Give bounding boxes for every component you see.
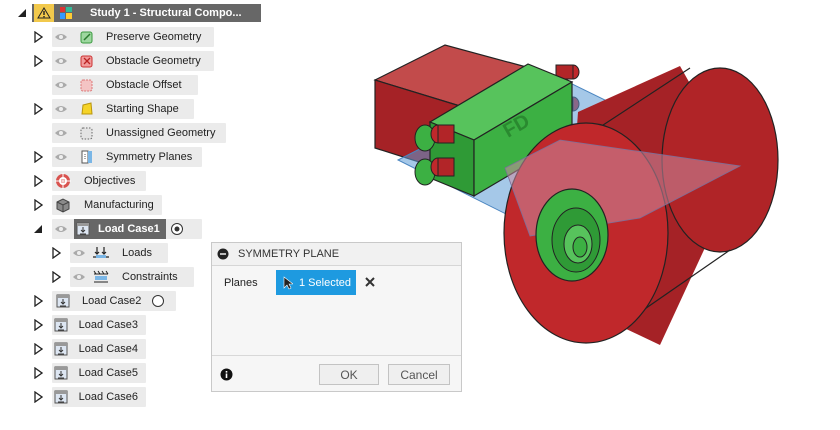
eye-icon[interactable] — [52, 27, 70, 47]
browser-item-constraints[interactable]: Constraints — [70, 267, 194, 287]
preserve-geometry-icon — [78, 27, 96, 47]
planes-label: Planes — [224, 277, 258, 289]
ok-button[interactable]: OK — [319, 364, 379, 385]
constraints-icon — [92, 267, 110, 287]
selection-text: 1 Selected — [299, 276, 351, 289]
item-label: Loads — [122, 247, 152, 259]
load-case-label: Load Case5 — [78, 367, 138, 379]
browser-item-load-case2[interactable]: Load Case2 — [52, 291, 176, 311]
browser-item-load-case1[interactable]: Load Case1 — [52, 219, 202, 239]
browser-item-loads[interactable]: Loads — [70, 243, 168, 263]
load-case-label: Load Case2 — [82, 295, 142, 307]
expand-symmetry-arrow[interactable] — [30, 147, 46, 167]
expand-load-case5-arrow[interactable] — [30, 363, 46, 383]
item-label: Constraints — [122, 271, 178, 283]
unassigned-geometry-icon — [78, 123, 96, 143]
expand-load-case6-arrow[interactable] — [30, 387, 46, 407]
load-case-icon — [54, 387, 69, 407]
collapse-load-case1-arrow[interactable] — [30, 219, 46, 239]
eye-icon[interactable] — [52, 75, 70, 95]
item-label: Preserve Geometry — [106, 31, 202, 43]
eye-icon[interactable] — [70, 243, 88, 263]
load-case-label: Load Case4 — [78, 343, 138, 355]
item-label: Obstacle Geometry — [106, 55, 201, 67]
browser-item-obstacle-offset[interactable]: Obstacle Offset — [52, 75, 198, 95]
load-case-icon — [54, 363, 69, 383]
hub[interactable] — [535, 188, 609, 282]
browser-item-symmetry-planes[interactable]: Symmetry Planes — [52, 147, 202, 167]
expand-loads-arrow[interactable] — [48, 243, 64, 263]
dialog-title: SYMMETRY PLANE — [238, 248, 340, 260]
starting-shape-icon — [78, 99, 96, 119]
browser-item-manufacturing[interactable]: Manufacturing — [52, 195, 162, 215]
expand-load-case2-arrow[interactable] — [30, 291, 46, 311]
eye-icon[interactable] — [52, 99, 70, 119]
browser-item-unassigned-geometry[interactable]: Unassigned Geometry — [52, 123, 226, 143]
eye-icon[interactable] — [52, 147, 70, 167]
cancel-button[interactable]: Cancel — [388, 364, 450, 385]
expand-preserve-arrow[interactable] — [30, 27, 46, 47]
browser-item-load-case4[interactable]: Load Case4 — [52, 339, 146, 359]
obstacle-offset-icon — [78, 75, 96, 95]
load-case-icon — [54, 291, 72, 311]
browser-item-load-case6[interactable]: Load Case6 — [52, 387, 146, 407]
load-case-icon — [54, 315, 69, 335]
study-icon — [54, 6, 78, 20]
study-title: Study 1 - Structural Compo... — [90, 7, 242, 19]
obstacle-geometry-icon — [78, 51, 96, 71]
planes-selection-button[interactable]: 1 Selected — [276, 270, 356, 295]
expand-obstacle-arrow[interactable] — [30, 51, 46, 71]
load-case-icon — [54, 339, 69, 359]
browser-item-starting-shape[interactable]: Starting Shape — [52, 99, 194, 119]
eye-icon[interactable] — [52, 123, 70, 143]
study-header[interactable]: Study 1 - Structural Compo... — [32, 4, 261, 22]
load-case-label: Load Case1 — [98, 223, 160, 235]
browser-item-obstacle-geometry[interactable]: Obstacle Geometry — [52, 51, 214, 71]
warning-icon — [34, 4, 54, 22]
activate-radio-icon[interactable] — [151, 294, 165, 308]
item-label: Obstacle Offset — [106, 79, 182, 91]
expand-load-case3-arrow[interactable] — [30, 315, 46, 335]
browser-item-objectives[interactable]: Objectives — [52, 171, 146, 191]
symmetry-planes-icon — [78, 147, 96, 167]
dialog-header: SYMMETRY PLANE — [212, 243, 461, 266]
expand-manufacturing-arrow[interactable] — [30, 195, 46, 215]
loads-icon — [92, 243, 110, 263]
expand-constraints-arrow[interactable] — [48, 267, 64, 287]
browser-item-load-case3[interactable]: Load Case3 — [52, 315, 146, 335]
load-case-label: Load Case3 — [78, 319, 138, 331]
browser-item-preserve-geometry[interactable]: Preserve Geometry — [52, 27, 214, 47]
symmetry-plane-dialog: SYMMETRY PLANE Planes 1 Selected OK Canc… — [211, 242, 462, 392]
item-label: Objectives — [84, 175, 136, 187]
load-case-icon — [74, 219, 92, 239]
expand-load-case4-arrow[interactable] — [30, 339, 46, 359]
browser-item-load-case5[interactable]: Load Case5 — [52, 363, 146, 383]
expand-starting-shape-arrow[interactable] — [30, 99, 46, 119]
manufacturing-icon — [54, 195, 72, 215]
eye-icon[interactable] — [70, 267, 88, 287]
collapse-study-arrow[interactable] — [14, 3, 30, 23]
expand-objectives-arrow[interactable] — [30, 171, 46, 191]
dialog-footer-divider — [212, 355, 461, 356]
eye-icon[interactable] — [52, 51, 70, 71]
item-label: Symmetry Planes — [106, 151, 193, 163]
item-label: Unassigned Geometry — [106, 127, 216, 139]
active-radio-icon[interactable] — [170, 222, 184, 236]
collapse-dialog-icon[interactable] — [217, 248, 229, 260]
cursor-icon — [283, 275, 293, 290]
load-case-label: Load Case6 — [78, 391, 138, 403]
info-icon[interactable] — [220, 368, 233, 381]
eye-icon[interactable] — [52, 219, 70, 239]
objectives-icon — [54, 171, 72, 191]
item-label: Starting Shape — [106, 103, 179, 115]
clear-selection-icon[interactable] — [364, 276, 376, 288]
item-label: Manufacturing — [84, 199, 154, 211]
